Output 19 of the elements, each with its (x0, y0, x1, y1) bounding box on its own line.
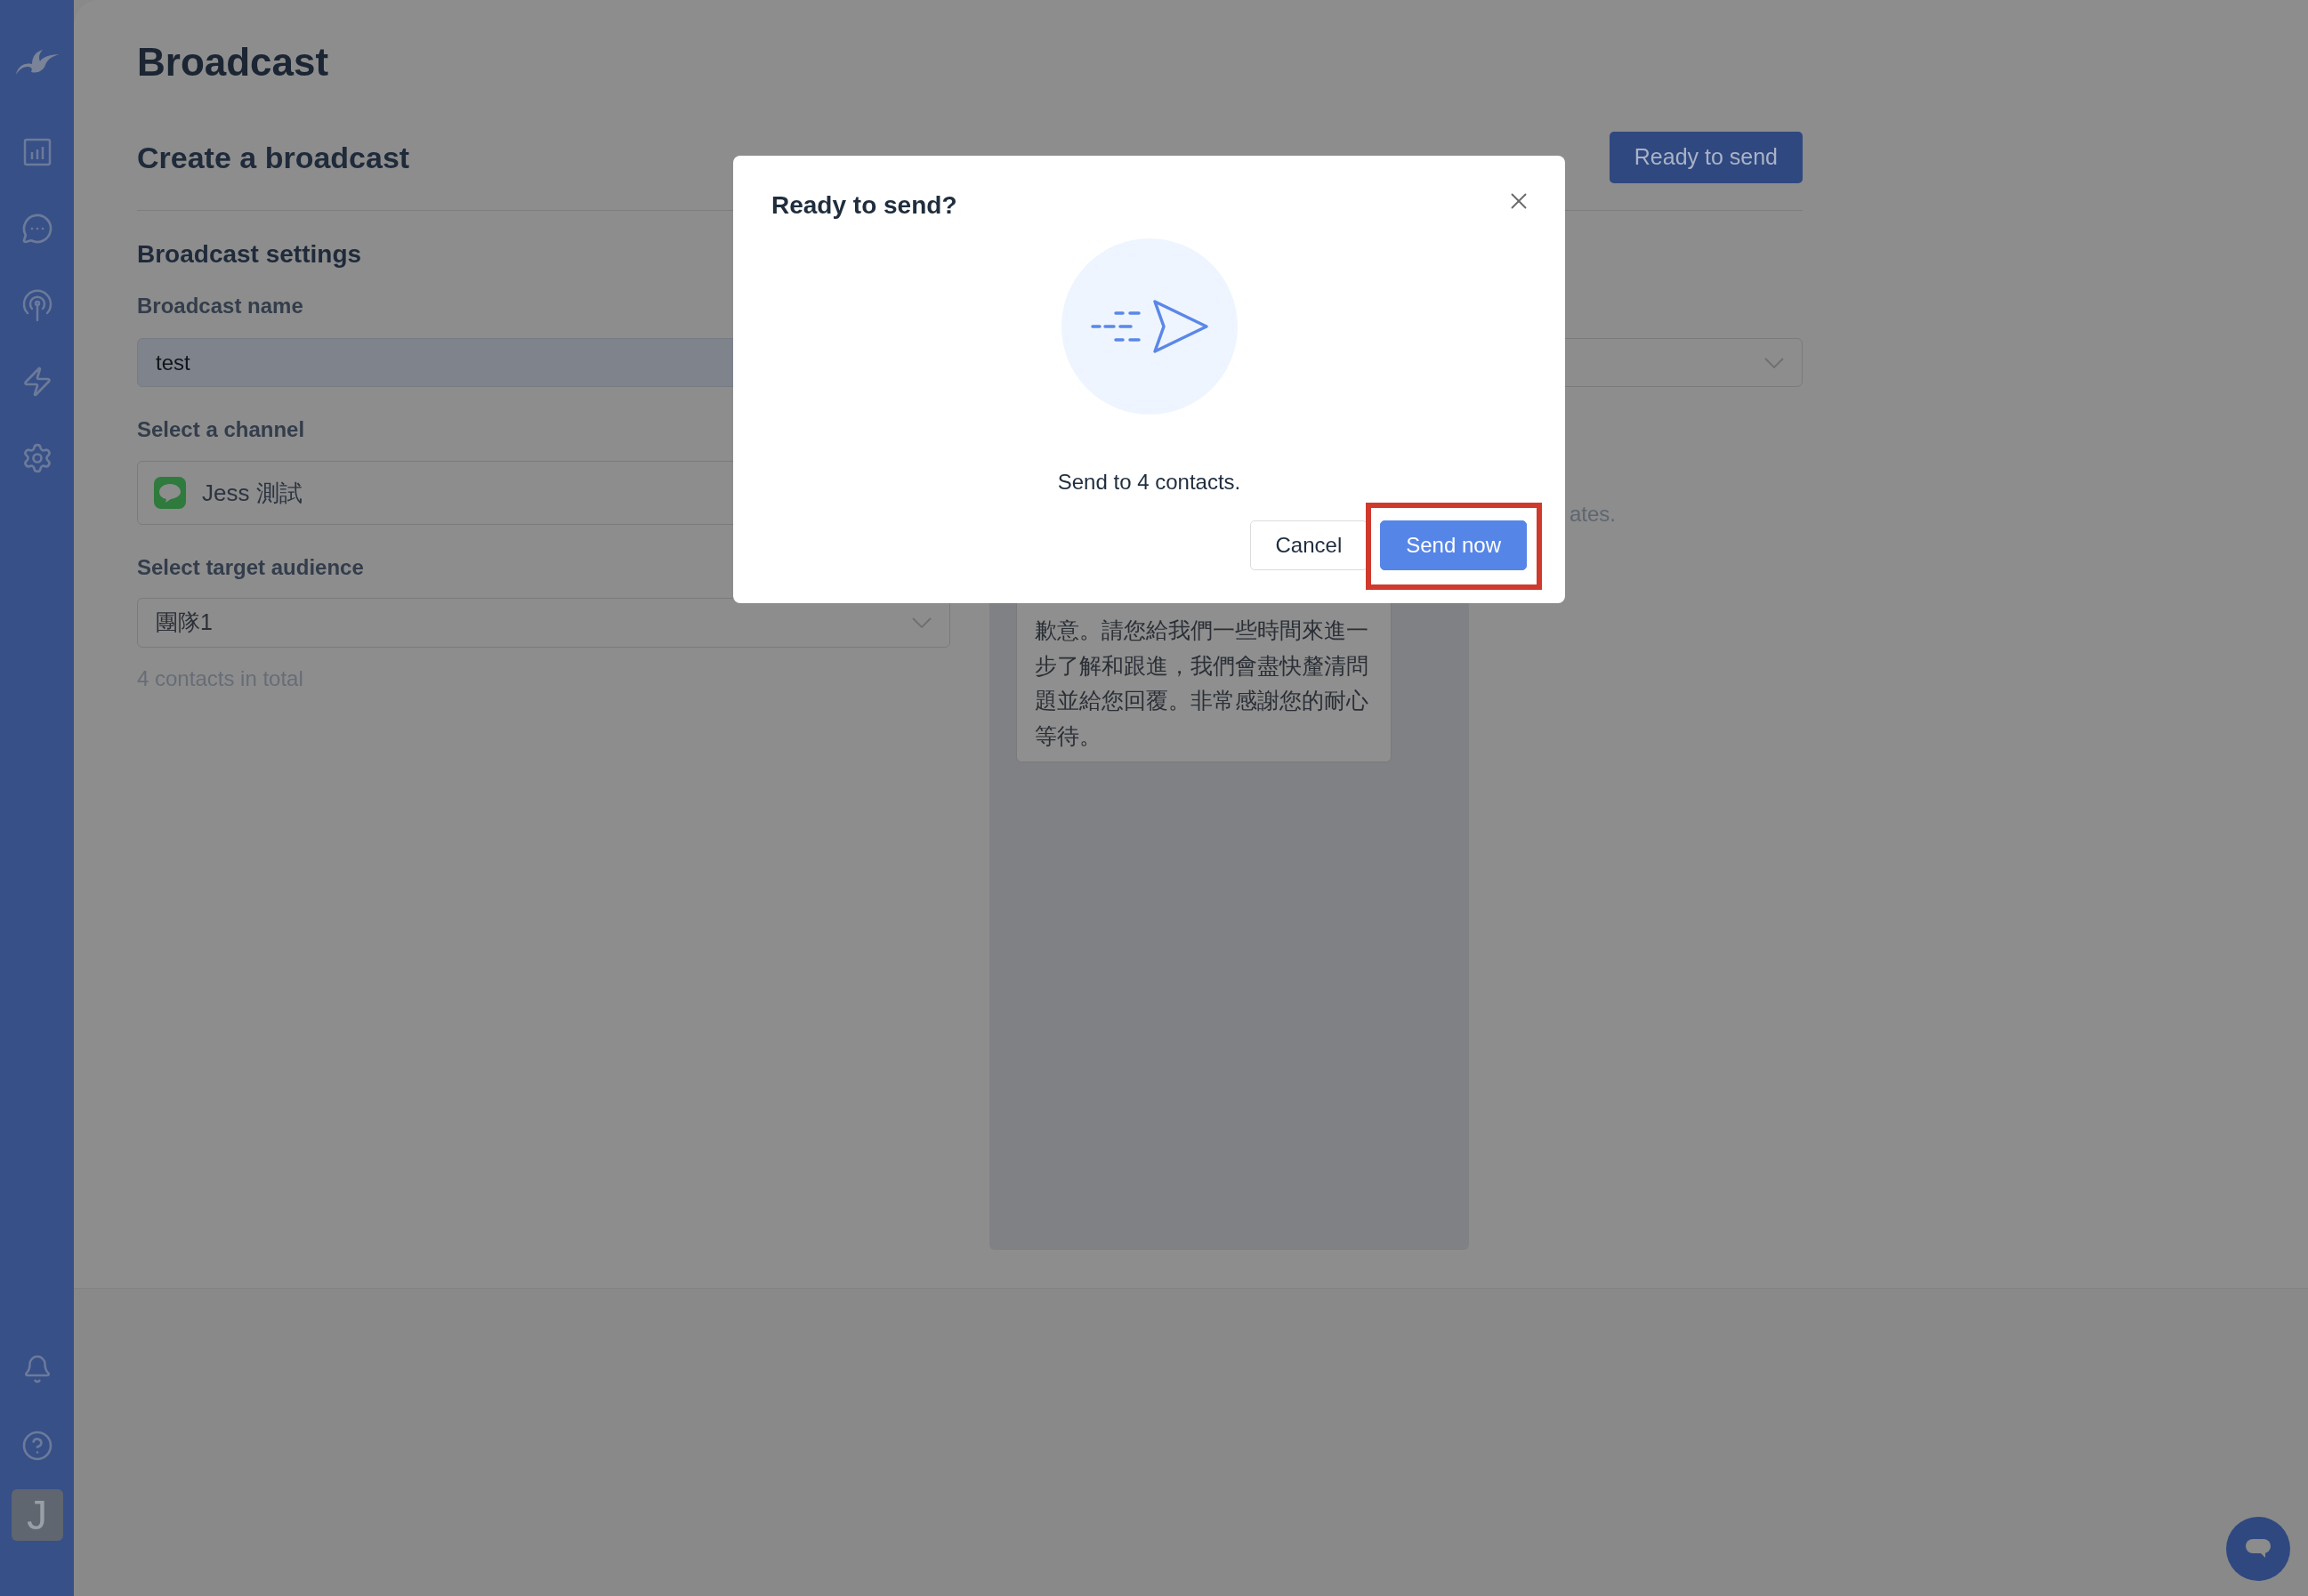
ready-button[interactable]: Ready to send (1609, 132, 1803, 183)
cancel-button[interactable]: Cancel (1249, 520, 1368, 570)
paper-plane-icon (1088, 298, 1210, 355)
chat-app-icon (154, 477, 186, 509)
message-text: 歉意。請您給我們一些時間來進一步了解和跟進，我們會盡快釐清問題並給您回覆。非常感謝您的耐心等待。 (1035, 617, 1369, 750)
field-label: Broadcast name (137, 293, 304, 319)
chevron-icon (912, 617, 932, 628)
chevron-icon (1764, 357, 1784, 368)
section-title: Create a broadcast (137, 139, 410, 176)
page-title: Broadcast (137, 39, 330, 85)
speech-bubble-icon (2246, 1539, 2271, 1559)
field-label: Select target audience (137, 554, 365, 581)
field-label: Select a channel (137, 416, 306, 443)
send-now-button[interactable]: Send now (1380, 520, 1527, 570)
dialog-message: Send to 4 contacts. (1057, 469, 1241, 496)
user-avatar[interactable]: J (11, 1489, 63, 1541)
channel-name: Jess 測試 (202, 478, 303, 508)
dialog-title: Ready to send? (771, 190, 957, 221)
settings-heading: Broadcast settings (137, 239, 363, 270)
